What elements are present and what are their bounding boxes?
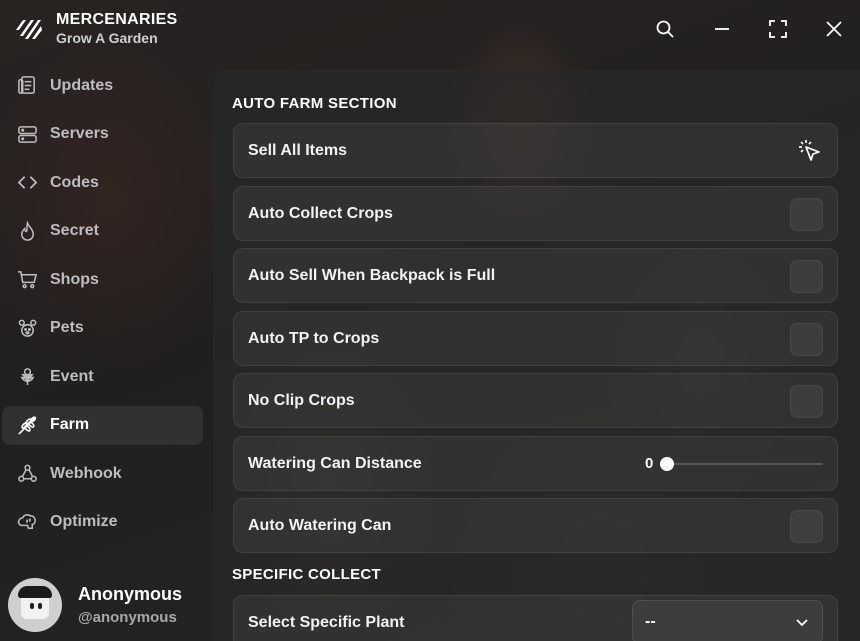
checkbox-toggle[interactable] [790, 323, 823, 356]
pointer-click-icon [799, 140, 820, 161]
flame-icon [20, 220, 34, 241]
slider-track[interactable] [660, 457, 823, 471]
brain-icon [17, 513, 36, 529]
checkbox-toggle[interactable] [790, 198, 823, 231]
checkbox-toggle[interactable] [790, 510, 823, 543]
select-specific-plant-row: Select Specific Plant -- [233, 595, 838, 641]
user-profile[interactable]: Anonymous @anonymous [8, 578, 182, 632]
sidebar-item-label: Servers [50, 125, 109, 142]
row-label: No Clip Crops [248, 391, 355, 409]
close-button[interactable] [823, 18, 845, 40]
dropdown-selected-value: -- [645, 613, 656, 630]
sidebar-item-label: Shops [50, 270, 99, 288]
profile-handle: @anonymous [78, 609, 177, 626]
slider-value: 0 [645, 455, 654, 472]
row-label: Auto Watering Can [248, 516, 392, 534]
sidebar-item-secret[interactable]: Secret [2, 212, 203, 251]
sidebar-item-updates[interactable]: Updates [2, 66, 203, 105]
plant-select-dropdown[interactable]: -- [632, 600, 823, 641]
chevron-down-icon [796, 619, 808, 627]
server-icon [17, 125, 37, 143]
slider-handle[interactable] [660, 457, 674, 471]
brand: MERCENARIES Grow A Garden [14, 12, 178, 45]
code-icon [17, 176, 37, 189]
row-label: Auto Collect Crops [248, 204, 393, 222]
sell-all-items-button[interactable]: Sell All Items [233, 123, 838, 178]
sidebar-item-pets[interactable]: Pets [2, 309, 203, 348]
sidebar-item-label: Farm [50, 416, 90, 433]
sidebar-item-label: Webhook [50, 464, 122, 482]
paw-icon [18, 319, 36, 337]
row-label: Watering Can Distance [248, 454, 422, 472]
sidebar-item-label: Secret [50, 222, 99, 239]
maximize-icon [769, 20, 787, 38]
flower-icon [20, 368, 34, 386]
checkbox-toggle[interactable] [790, 385, 823, 418]
auto-sell-backpack-full-toggle-row[interactable]: Auto Sell When Backpack is Full [233, 248, 838, 303]
document-icon [17, 76, 35, 94]
row-label: Auto Sell When Backpack is Full [248, 266, 496, 284]
avatar [8, 578, 62, 632]
search-icon [656, 20, 674, 38]
close-icon [826, 21, 842, 37]
minimize-icon [715, 28, 729, 30]
row-label: Auto TP to Crops [248, 329, 380, 347]
sidebar-item-label: Pets [50, 319, 84, 336]
profile-name: Anonymous [78, 584, 183, 604]
cart-icon [17, 271, 37, 289]
sidebar-item-event[interactable]: Event [2, 357, 203, 396]
sidebar-item-label: Event [50, 367, 94, 385]
section-title-auto-farm: AUTO FARM SECTION [232, 95, 397, 112]
auto-watering-can-toggle-row[interactable]: Auto Watering Can [233, 498, 838, 553]
sidebar: Updates Servers Codes Secret Shops Pets … [0, 66, 205, 551]
wheat-icon [17, 415, 36, 435]
brand-logo-icon [16, 19, 42, 39]
sidebar-item-label: Codes [50, 173, 99, 191]
webhook-icon [17, 464, 37, 482]
sidebar-item-servers[interactable]: Servers [2, 115, 203, 154]
minimize-button[interactable] [711, 18, 733, 40]
sidebar-item-shops[interactable]: Shops [2, 260, 203, 299]
content-panel: AUTO FARM SECTION Sell All Items Auto Co… [213, 70, 860, 641]
search-button[interactable] [654, 18, 676, 40]
sidebar-item-label: Updates [50, 76, 114, 94]
no-clip-crops-toggle-row[interactable]: No Clip Crops [233, 373, 838, 428]
section-title-specific-collect: SPECIFIC COLLECT [232, 566, 381, 583]
sidebar-item-webhook[interactable]: Webhook [2, 454, 203, 493]
sidebar-item-codes[interactable]: Codes [2, 163, 203, 202]
auto-collect-crops-toggle-row[interactable]: Auto Collect Crops [233, 186, 838, 241]
app-subtitle: Grow A Garden [56, 30, 158, 46]
sidebar-item-label: Optimize [50, 513, 118, 530]
watering-can-distance-slider-row: Watering Can Distance 0 [233, 436, 838, 491]
checkbox-toggle[interactable] [790, 260, 823, 293]
app-title: MERCENARIES [56, 11, 178, 28]
row-label: Select Specific Plant [248, 613, 405, 631]
auto-tp-to-crops-toggle-row[interactable]: Auto TP to Crops [233, 311, 838, 366]
maximize-button[interactable] [767, 18, 789, 40]
row-label: Sell All Items [248, 141, 347, 159]
sidebar-item-optimize[interactable]: Optimize [2, 503, 203, 542]
sidebar-item-farm[interactable]: Farm [2, 405, 203, 445]
app-window: MERCENARIES Grow A Garden Updates Server… [0, 0, 860, 641]
